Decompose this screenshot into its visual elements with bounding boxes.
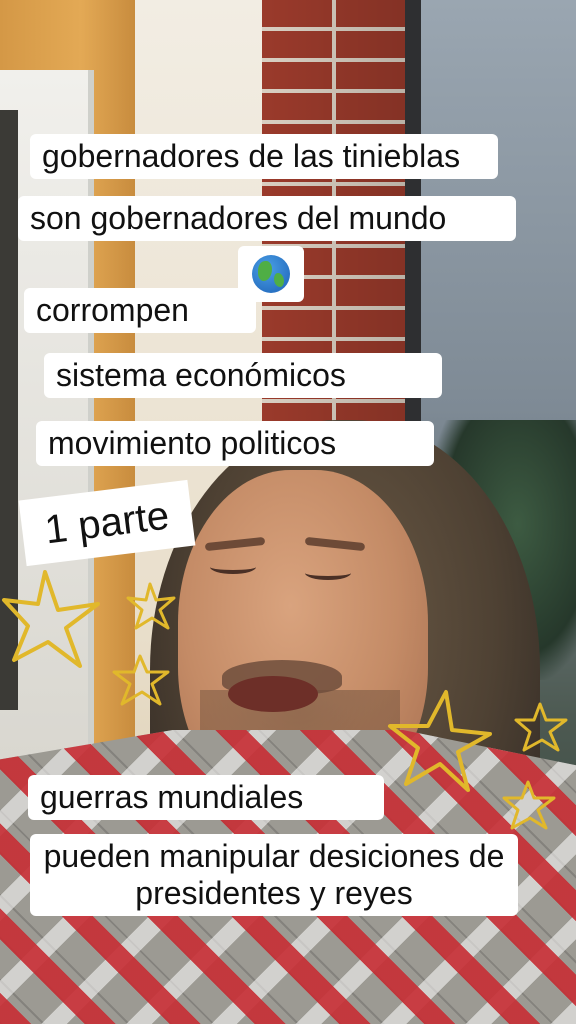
- globe-americas-icon: [252, 255, 290, 293]
- left-eye: [210, 560, 256, 574]
- star-icon: [502, 780, 556, 830]
- caption-line-4: sistema económicos: [44, 353, 442, 398]
- caption-line-3: corrompen: [24, 288, 256, 333]
- caption-line-1: gobernadores de las tinieblas: [30, 134, 498, 179]
- star-icon: [112, 654, 170, 706]
- caption-line-6: guerras mundiales: [28, 775, 384, 820]
- caption-line-5: movimiento politicos: [36, 421, 434, 466]
- star-icon: [514, 702, 568, 752]
- star-icon: [388, 690, 492, 792]
- mouth: [228, 676, 318, 712]
- star-icon: [2, 570, 100, 668]
- caption-line-7: pueden manipular desiciones de president…: [30, 834, 518, 916]
- star-icon: [126, 582, 176, 630]
- caption-line-2: son gobernadores del mundo: [18, 196, 516, 241]
- right-eye: [305, 566, 351, 580]
